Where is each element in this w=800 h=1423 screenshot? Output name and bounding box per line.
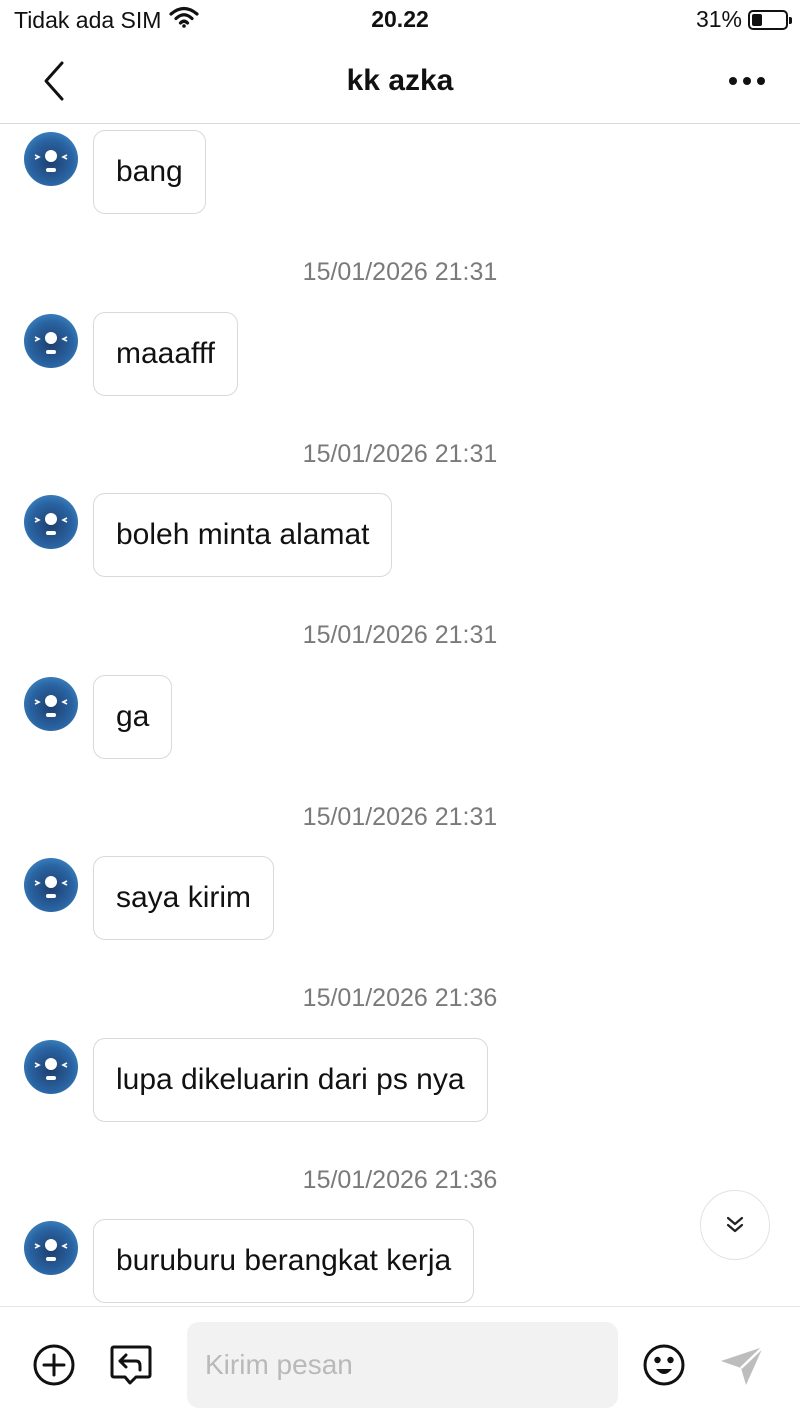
chat-title: kk azka (346, 64, 454, 97)
message-timestamp: 15/01/2026 21:31 (302, 621, 498, 649)
emoji-icon (643, 1344, 685, 1386)
message-bubble[interactable]: ga (93, 674, 173, 759)
message-timestamp: 15/01/2026 21:31 (302, 258, 498, 286)
emoji-button[interactable] (642, 1343, 686, 1392)
message-bubble[interactable]: bang (93, 130, 206, 214)
message-input[interactable] (187, 1322, 618, 1408)
message-bubble[interactable]: buruburu berangkat kerja (93, 1219, 475, 1303)
battery-icon (748, 9, 792, 30)
avatar[interactable] (24, 676, 78, 731)
quick-reply-button[interactable] (108, 1342, 154, 1393)
double-chevron-down-icon (726, 1216, 744, 1233)
add-attachment-button[interactable] (32, 1343, 76, 1392)
avatar[interactable] (24, 313, 78, 368)
avatar[interactable] (24, 495, 78, 549)
message-bubble[interactable]: boleh minta alamat (93, 493, 393, 577)
send-button[interactable] (718, 1345, 766, 1392)
battery-level (752, 13, 762, 26)
message-list[interactable]: bang 15/01/2026 21:31 maaafff 15/01/2026 21… (0, 124, 800, 1306)
more-horizontal-icon (729, 77, 737, 85)
avatar[interactable] (24, 858, 78, 912)
battery-percent: 31% (695, 6, 742, 32)
message-bubble[interactable]: maaafff (93, 311, 238, 396)
clock: 20.22 (371, 6, 429, 32)
status-bar: Tidak ada SIM 20.22 31% (0, 0, 800, 40)
reply-icon (110, 1345, 152, 1385)
avatar[interactable] (24, 1221, 78, 1275)
plus-circle-icon (33, 1344, 75, 1386)
message-timestamp: 15/01/2026 21:31 (302, 439, 498, 468)
avatar[interactable] (24, 132, 78, 186)
message-timestamp: 15/01/2026 21:36 (302, 984, 498, 1012)
message-timestamp: 15/01/2026 21:36 (302, 1165, 498, 1194)
message-bubble[interactable]: lupa dikeluarin dari ps nya (93, 1037, 488, 1122)
send-icon (721, 1346, 764, 1385)
avatar[interactable] (24, 1039, 78, 1094)
more-options-button[interactable] (722, 64, 772, 98)
message-bubble[interactable]: saya kirim (93, 856, 275, 940)
message-timestamp: 15/01/2026 21:31 (302, 802, 498, 831)
chat-header: kk azka (0, 40, 800, 124)
scroll-to-bottom-button[interactable] (700, 1190, 770, 1260)
status-right: 31% (695, 6, 792, 33)
composer (0, 1306, 800, 1423)
